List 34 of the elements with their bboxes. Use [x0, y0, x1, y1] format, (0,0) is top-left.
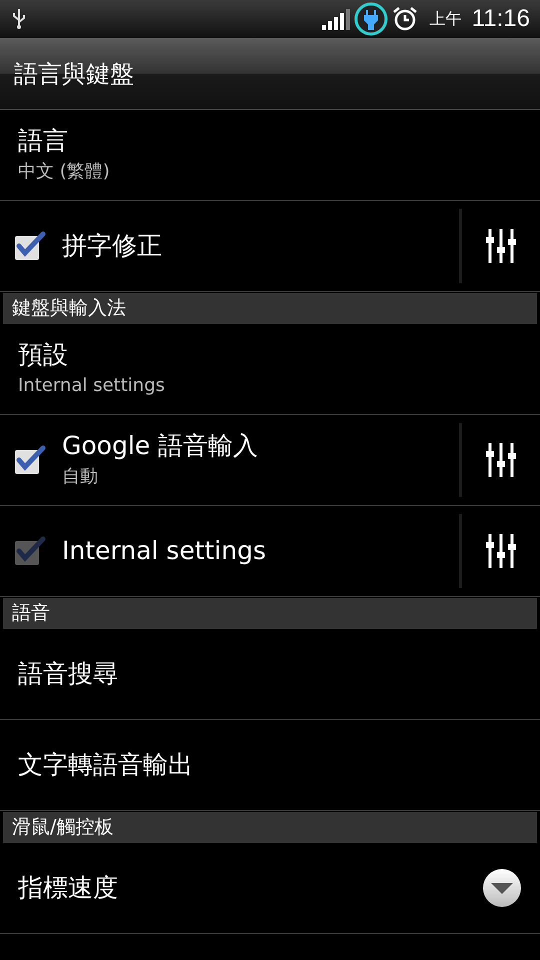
settings-row[interactable]: 預設 Internal settings [0, 324, 540, 415]
setting-title: Internal settings [62, 534, 267, 567]
setting-title: 指標速度 [18, 872, 119, 904]
setting-title: 文字轉語音輸出 [18, 748, 194, 781]
section-header: 鍵盤與輸入法 [3, 293, 537, 324]
setting-title: 語言 [18, 125, 69, 158]
setting-title: 語音搜尋 [18, 658, 119, 690]
dropdown-icon[interactable] [482, 868, 522, 908]
section-header: 滑鼠/觸控板 [3, 812, 537, 843]
settings-row[interactable]: Google 語音輸入 自動 [0, 415, 540, 506]
settings-icon[interactable] [486, 441, 516, 479]
usb-icon [10, 8, 28, 30]
setting-summary: 中文 (繁體) [18, 160, 111, 184]
setting-title: 預設 [18, 339, 69, 372]
settings-row[interactable]: 指標速度 [0, 843, 540, 934]
charging-icon [354, 2, 388, 36]
settings-row[interactable]: 拼字修正 [0, 201, 540, 292]
settings-icon[interactable] [486, 227, 516, 265]
settings-row[interactable]: 語言 中文 (繁體) [0, 110, 540, 201]
settings-icon[interactable] [486, 532, 516, 570]
settings-row[interactable]: 文字轉語音輸出 [0, 720, 540, 811]
clock: 11:16 [472, 4, 530, 34]
setting-summary: 自動 [62, 464, 99, 489]
checkbox[interactable] [14, 445, 46, 475]
screen-title: 語言與鍵盤 [14, 58, 134, 90]
checkbox[interactable] [14, 231, 46, 261]
setting-summary: Internal settings [18, 374, 166, 398]
section-header: 語音 [3, 598, 537, 629]
time-period: 上午 [430, 8, 462, 30]
signal-icon [322, 8, 350, 30]
alarm-icon [392, 6, 418, 32]
setting-title: 拼字修正 [62, 230, 163, 262]
settings-row[interactable]: 語音搜尋 [0, 629, 540, 720]
setting-title: Google 語音輸入 [62, 430, 260, 462]
